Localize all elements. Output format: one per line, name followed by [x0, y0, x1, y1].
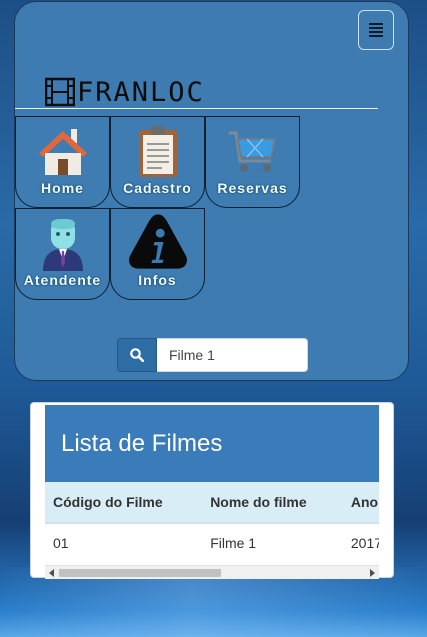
- tile-label: Cadastro: [123, 180, 192, 196]
- tile-label: Reservas: [217, 180, 288, 196]
- brand[interactable]: FRANLOC: [45, 74, 205, 110]
- movies-table-container[interactable]: Lista de Filmes Código do Filme Nome do …: [45, 405, 379, 579]
- column-header: Nome do filme: [202, 482, 343, 524]
- movies-card: Lista de Filmes Código do Filme Nome do …: [30, 402, 394, 579]
- horizontal-scrollbar[interactable]: [45, 565, 379, 579]
- movies-table: Código do Filme Nome do filme Ano Lançam…: [45, 482, 379, 562]
- scrollbar-thumb[interactable]: [59, 569, 221, 577]
- table-row[interactable]: 01 Filme 1 2017: [45, 523, 379, 562]
- tile-label: Atendente: [23, 272, 102, 288]
- card-header: Lista de Filmes: [45, 405, 379, 482]
- attendant-icon: [42, 219, 83, 271]
- menu-toggle-button[interactable]: [358, 10, 394, 50]
- tile-atendente[interactable]: Atendente: [15, 208, 110, 300]
- scroll-right-arrow-icon[interactable]: [370, 569, 375, 577]
- clipboard-icon: [138, 126, 177, 177]
- tile-infos[interactable]: Infos: [110, 208, 205, 300]
- tile-home[interactable]: Home: [15, 116, 110, 208]
- search-icon: [130, 348, 144, 362]
- info-icon: [128, 214, 187, 269]
- film-icon: [45, 77, 75, 107]
- tile-reservas[interactable]: Reservas: [205, 116, 300, 208]
- card-title: Lista de Filmes: [61, 429, 223, 457]
- tile-label: Infos: [138, 272, 177, 288]
- brand-name: FRANLOC: [77, 76, 205, 108]
- table-cell: 2017: [350, 535, 379, 551]
- search-button[interactable]: [117, 338, 157, 372]
- search-input[interactable]: [157, 338, 308, 372]
- column-header: Ano Lançamento: [342, 482, 379, 524]
- column-header: Código do Filme: [45, 482, 203, 524]
- hamburger-icon: [369, 21, 383, 39]
- table-cell: Filme 1: [210, 535, 257, 551]
- shopping-cart-icon: [228, 131, 276, 172]
- scroll-left-arrow-icon[interactable]: [49, 569, 54, 577]
- table-cell: 01: [53, 535, 69, 551]
- tile-label: Home: [41, 180, 84, 196]
- house-icon: [38, 129, 87, 175]
- navigation-panel: FRANLOC Home Cadastro Reservas Atendente…: [14, 1, 409, 381]
- search-bar: [117, 338, 308, 372]
- brand-divider: [15, 108, 378, 109]
- table-header-row: Código do Filme Nome do filme Ano Lançam…: [45, 482, 379, 524]
- tile-cadastro[interactable]: Cadastro: [110, 116, 205, 208]
